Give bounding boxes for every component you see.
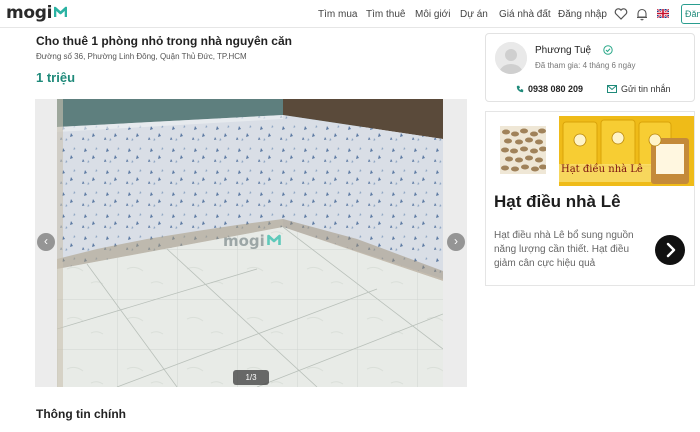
phone-icon xyxy=(516,85,524,93)
chevron-right-icon xyxy=(666,242,676,258)
avatar[interactable] xyxy=(495,42,527,74)
nav-dang-nhap[interactable]: Đăng nhập xyxy=(558,9,607,20)
agent-card: Phương Tuệ Đã tham gia: 4 tháng 6 ngày 0… xyxy=(485,33,695,102)
nav-tim-thue[interactable]: Tìm thuê xyxy=(366,9,405,20)
nav-tim-mua[interactable]: Tìm mua xyxy=(318,9,357,20)
nav-moi-gioi[interactable]: Môi giới xyxy=(415,9,450,20)
heart-icon[interactable] xyxy=(614,7,628,21)
ad-image-caption: Hạt điều nhà Lê xyxy=(561,164,643,175)
gallery-next-arrow[interactable]: › xyxy=(447,233,465,251)
watermark-mark-icon xyxy=(267,234,281,245)
agent-phone-number: 0938 080 209 xyxy=(528,84,584,94)
agent-joined-date: Đã tham gia: 4 tháng 6 ngày xyxy=(535,61,636,70)
verified-check-icon xyxy=(603,45,613,55)
ad-go-button[interactable] xyxy=(655,235,685,265)
agent-phone-button[interactable]: 0938 080 209 xyxy=(516,84,583,94)
logo-mark-icon xyxy=(54,6,68,17)
nav-gia-nha-dat[interactable]: Giá nhà đất xyxy=(499,9,551,20)
default-avatar-icon xyxy=(495,42,527,74)
mogi-logo[interactable]: mogi xyxy=(6,3,68,23)
bell-icon[interactable] xyxy=(635,7,649,21)
photo-gallery: ‹ › mogi 1/3 xyxy=(35,99,467,387)
gallery-counter: 1/3 xyxy=(233,370,269,385)
watermark-text: mogi xyxy=(223,232,265,250)
watermark: mogi xyxy=(223,232,281,250)
gallery-prev-arrow[interactable]: ‹ xyxy=(37,233,55,251)
send-message-button[interactable]: Gửi tin nhắn xyxy=(607,84,671,94)
section-main-info-title: Thông tin chính xyxy=(36,407,126,421)
send-message-label: Gửi tin nhắn xyxy=(621,84,671,94)
listing-price: 1 triệu xyxy=(36,70,76,85)
envelope-icon xyxy=(607,85,617,93)
listing-address: Đường số 36, Phường Linh Đông, Quận Thủ … xyxy=(36,52,247,61)
login-button[interactable]: Đăn xyxy=(681,4,700,24)
uk-flag-icon[interactable] xyxy=(657,9,669,18)
agent-name[interactable]: Phương Tuệ xyxy=(535,45,591,56)
nav-du-an[interactable]: Dự án xyxy=(460,9,488,20)
ad-product-bags-image[interactable] xyxy=(559,116,695,186)
logo-text: mogi xyxy=(6,3,53,23)
listing-title: Cho thuê 1 phòng nhỏ trong nhà nguyên că… xyxy=(36,34,292,48)
ad-cashew-image[interactable] xyxy=(500,126,546,174)
ad-title[interactable]: Hạt điều nhà Lê xyxy=(494,192,621,212)
top-header: mogi Tìm mua Tìm thuê Môi giới Dự án Giá… xyxy=(0,0,700,28)
cashew-ad[interactable]: Hạt điều nhà Lê Hạt điều nhà Lê Hạt điều… xyxy=(485,111,695,286)
ad-description: Hạt điều nhà Lê bổ sung nguồn năng lượng… xyxy=(494,230,634,269)
